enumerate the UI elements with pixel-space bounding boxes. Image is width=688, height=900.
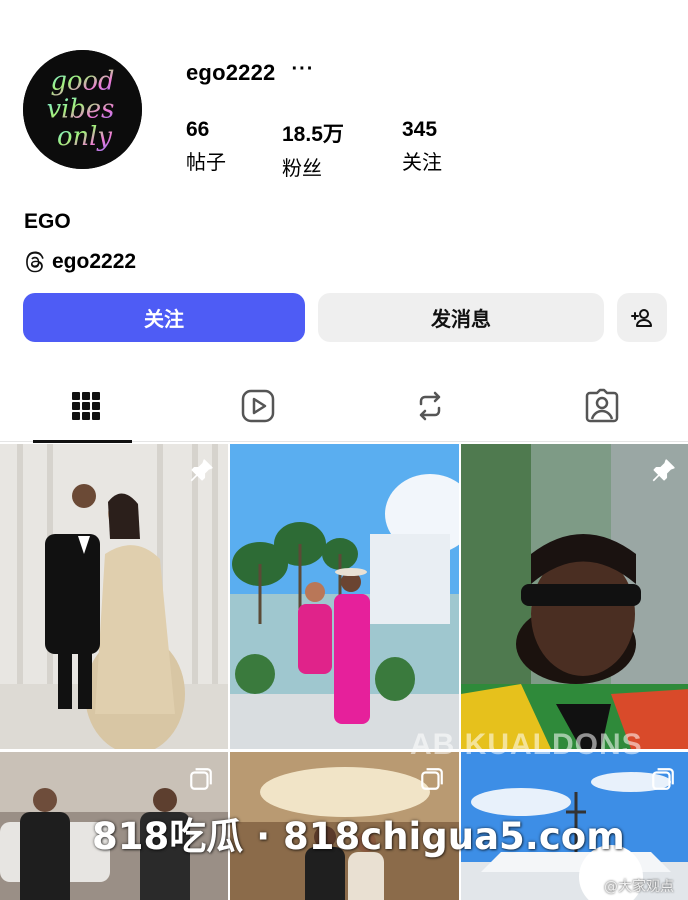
stat-followers[interactable]: 18.5万 粉丝 [282, 118, 402, 181]
avatar-text-line2: vibes [47, 94, 115, 124]
avatar-text-line3: only [57, 122, 112, 152]
post-thumbnail[interactable] [230, 444, 459, 749]
carousel-icon [652, 768, 674, 790]
follow-button[interactable]: 关注 [23, 293, 305, 342]
username: ego2222 [186, 60, 276, 85]
followers-count: 18.5万 [282, 123, 344, 146]
tagged-icon [585, 388, 619, 423]
followers-label: 粉丝 [282, 156, 322, 180]
profile-stats: 66 帖子 18.5万 粉丝 345 关注 [186, 118, 442, 181]
post-image [230, 444, 459, 749]
site-watermark: 818吃瓜 · 818chigua5.com [92, 815, 625, 858]
post-thumbnail[interactable] [461, 444, 688, 749]
tab-tagged[interactable] [516, 370, 688, 442]
following-count: 345 [402, 118, 438, 141]
avatar-image: good vibes only [23, 50, 142, 169]
faint-watermark: AB KUALDONS [410, 728, 643, 761]
stat-following[interactable]: 345 关注 [402, 118, 442, 181]
more-options-icon[interactable]: ··· [291, 59, 314, 79]
threads-link[interactable]: ego2222 [24, 250, 136, 274]
username-row: ego2222 ··· [186, 59, 314, 86]
post-image [0, 444, 228, 749]
posts-count: 66 [186, 118, 210, 141]
post-thumbnail[interactable] [0, 444, 228, 749]
message-button[interactable]: 发消息 [318, 293, 604, 342]
tab-reels[interactable] [172, 370, 344, 442]
pin-icon [652, 459, 675, 482]
reposts-icon [419, 391, 441, 421]
suggest-users-button[interactable] [617, 293, 667, 342]
threads-handle: ego2222 [52, 250, 137, 273]
following-label: 关注 [402, 150, 442, 174]
posts-label: 帖子 [186, 150, 226, 174]
grid-icon [72, 392, 100, 420]
threads-icon [26, 251, 44, 273]
carousel-icon [421, 768, 443, 790]
post-image [461, 444, 688, 749]
pin-icon [190, 459, 213, 482]
avatar[interactable]: good vibes only [23, 50, 142, 169]
weibo-credit: @大家观点 [604, 879, 674, 895]
display-name: EGO [24, 210, 71, 233]
stat-posts[interactable]: 66 帖子 [186, 118, 282, 181]
post-grid [0, 444, 688, 749]
tab-posts[interactable] [0, 370, 172, 443]
carousel-icon [190, 768, 212, 790]
reels-icon [241, 389, 275, 423]
tab-reposts[interactable] [344, 370, 516, 442]
person-add-icon [631, 308, 652, 327]
profile-actions: 关注 发消息 [23, 293, 667, 342]
profile-tabs [0, 370, 688, 443]
avatar-text-line1: good [50, 67, 114, 97]
